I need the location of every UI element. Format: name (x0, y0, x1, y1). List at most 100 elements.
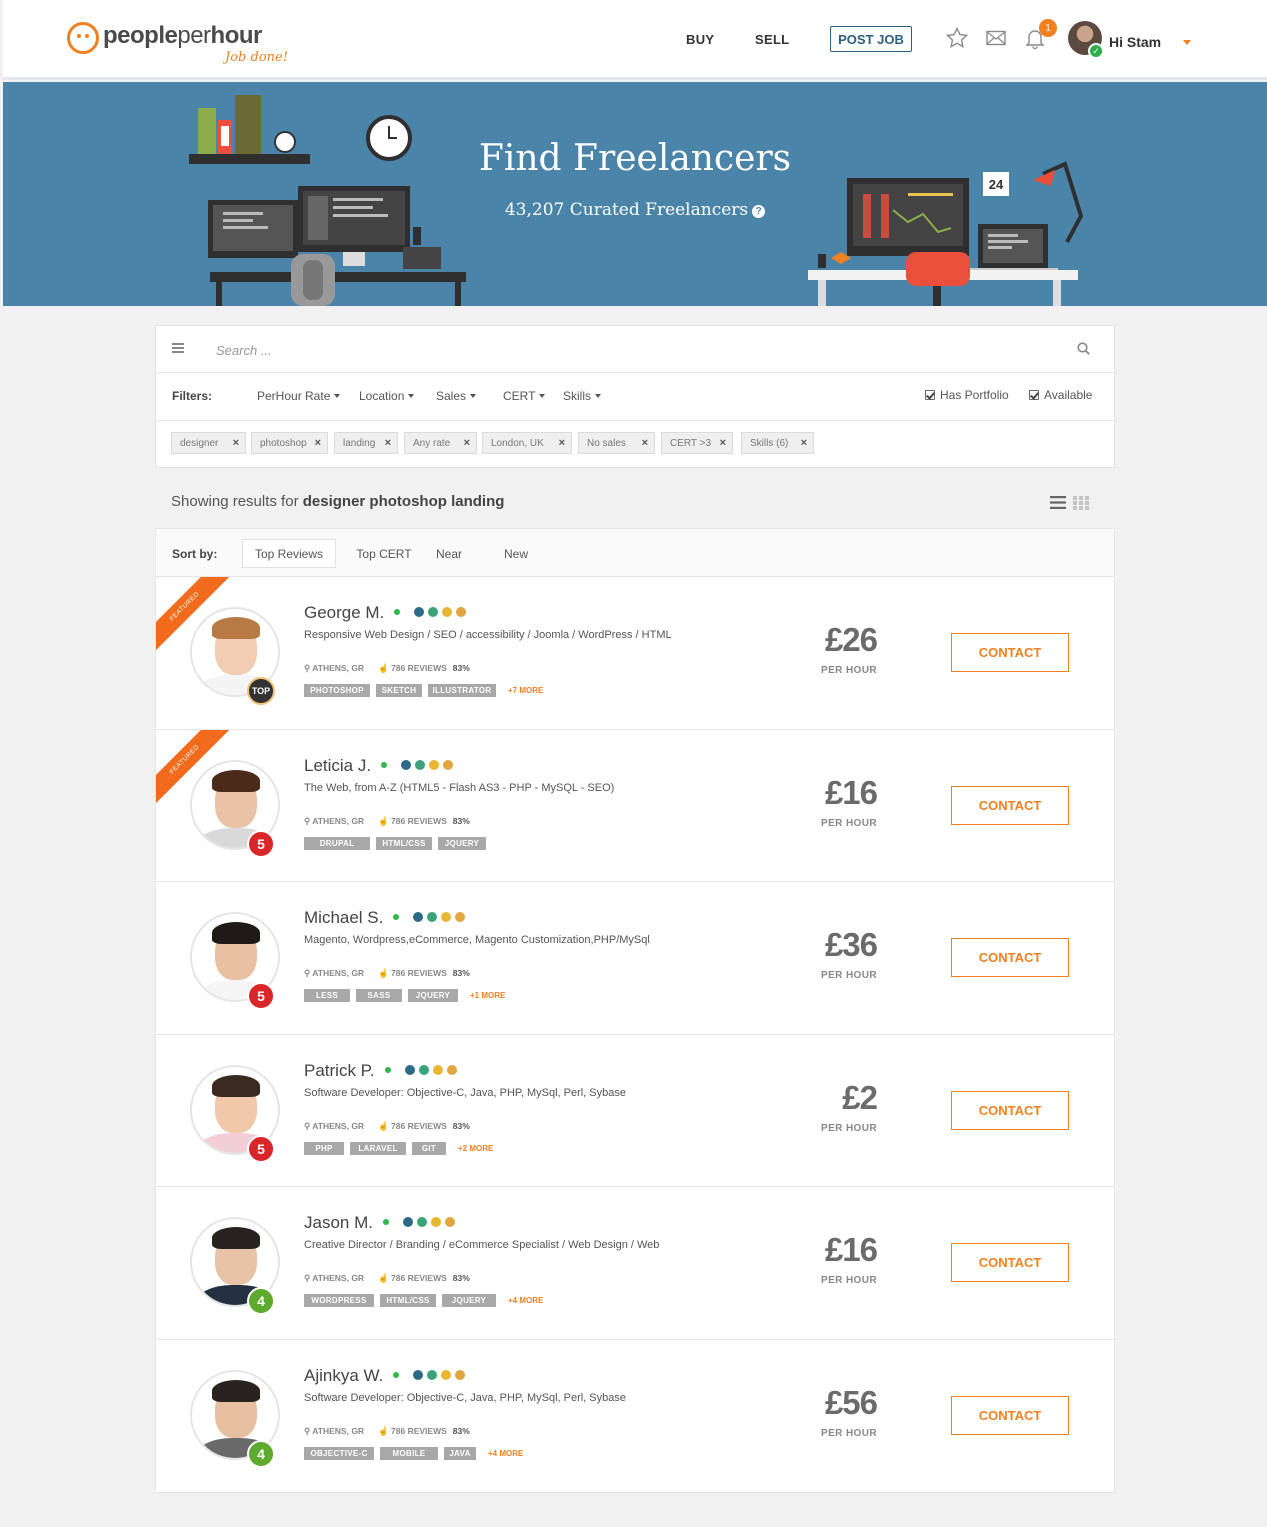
available-checkbox[interactable]: Available (1029, 388, 1092, 402)
skill-tag[interactable]: JQUERY (438, 836, 486, 850)
freelancer-card[interactable]: 4 Ajinkya W. Software Developer: Objecti… (156, 1340, 1114, 1493)
filter-chip[interactable]: CERT >3 × (661, 432, 733, 454)
contact-button[interactable]: CONTACT (951, 938, 1069, 977)
certification-icons (413, 1369, 466, 1380)
filter-sales[interactable]: Sales (436, 389, 476, 403)
filter-chip[interactable]: No sales × (578, 432, 655, 454)
nav-buy[interactable]: BUY (686, 32, 714, 47)
filters-label: Filters: (172, 389, 213, 403)
contact-button[interactable]: CONTACT (951, 1090, 1069, 1130)
skill-tag[interactable]: LARAVEL (350, 1141, 406, 1155)
freelancer-card[interactable]: FEATURED 5 Leticia J. The Web, from A-Z … (156, 729, 1114, 882)
freelancer-meta: ⚲ ATHENS, GR ☝ 786 REVIEWS 83% (304, 1120, 470, 1131)
level-badge: 5 (247, 982, 275, 1010)
more-skills-link[interactable]: +1 MORE (470, 991, 505, 1000)
skill-tag[interactable]: HTML/CSS (380, 1294, 436, 1307)
freelancer-name[interactable]: Patrick P. (304, 1061, 457, 1081)
freelancer-name[interactable]: Ajinkya W. (304, 1366, 466, 1386)
skills-list: PHOTOSHOP SKETCH ILLUSTRATOR +7 MORE (304, 684, 543, 697)
search-icon[interactable] (1076, 341, 1092, 357)
skill-tag[interactable]: MOBILE (380, 1446, 438, 1460)
cert-icon (427, 1369, 438, 1380)
help-icon[interactable]: ? (752, 205, 766, 218)
sort-tab-top-reviews[interactable]: Top Reviews (242, 539, 336, 568)
sort-tab-top-cert[interactable]: Top CERT (346, 539, 422, 568)
contact-button[interactable]: CONTACT (951, 1243, 1069, 1282)
certification-icons (413, 912, 466, 922)
sort-tab-new[interactable]: New (491, 539, 541, 568)
freelancer-name[interactable]: George M. (304, 603, 467, 623)
more-skills-link[interactable]: +4 MORE (508, 1296, 543, 1305)
user-menu-caret-icon[interactable] (1183, 40, 1191, 45)
skill-tag[interactable]: JQUERY (408, 989, 458, 1002)
contact-button[interactable]: CONTACT (951, 633, 1069, 672)
skill-tag[interactable]: SASS (356, 989, 402, 1002)
skill-tag[interactable]: DRUPAL (304, 836, 370, 850)
more-skills-link[interactable]: +4 MORE (488, 1449, 523, 1458)
grid-view-icon[interactable] (1073, 496, 1089, 510)
remove-chip-icon: × (314, 437, 321, 449)
more-skills-link[interactable]: +7 MORE (508, 686, 543, 695)
freelancer-card[interactable]: FEATURED TOP George M. Responsive Web De… (156, 577, 1114, 730)
hamburger-menu-icon[interactable] (172, 343, 184, 353)
skill-tag[interactable]: GIT (412, 1141, 446, 1155)
cert-icon (416, 1217, 427, 1227)
skill-tag[interactable]: WORDPRESS (304, 1294, 374, 1307)
filter-cert[interactable]: CERT (503, 389, 545, 403)
more-skills-link[interactable]: +2 MORE (458, 1144, 493, 1153)
filter-skills[interactable]: Skills (563, 389, 601, 403)
user-greeting[interactable]: Hi Stam (1109, 34, 1161, 50)
search-filter-panel: Filters: PerHour Rate Location Sales CER… (155, 325, 1115, 468)
skill-tag[interactable]: HTML/CSS (376, 836, 432, 850)
cert-icon (428, 607, 439, 617)
top-navbar: peopleperhour Job done! BUY SELL POST JO… (3, 0, 1267, 80)
skill-tag[interactable]: OBJECTIVE-C (304, 1446, 374, 1460)
skill-tag[interactable]: JAVA (444, 1446, 476, 1460)
hourly-rate: £36 (824, 926, 878, 963)
checkbox-checked-icon (1029, 390, 1039, 400)
level-badge: 4 (247, 1287, 275, 1315)
freelancer-card[interactable]: 5 Michael S. Magento, Wordpress,eCommerc… (156, 882, 1114, 1035)
online-status-icon (381, 761, 388, 768)
site-logo[interactable]: peopleperhour Job done! (67, 22, 288, 65)
skill-tag[interactable]: PHOTOSHOP (304, 684, 370, 697)
filter-chip[interactable]: Skills (6) × (741, 432, 814, 454)
thumbs-up-icon: ☝ (378, 663, 392, 673)
freelancer-meta: ⚲ ATHENS, GR ☝ 786 REVIEWS 83% (304, 968, 470, 978)
contact-button[interactable]: CONTACT (951, 785, 1069, 825)
results-summary: Showing results for designer photoshop l… (171, 493, 505, 510)
nav-sell[interactable]: SELL (755, 32, 789, 47)
freelancer-name[interactable]: Leticia J. (304, 756, 454, 776)
skill-tag[interactable]: LESS (304, 989, 350, 1002)
list-view-icon[interactable] (1050, 496, 1066, 509)
filter-chip[interactable]: Any rate × (404, 432, 477, 454)
filter-chip[interactable]: designer × (171, 432, 246, 454)
contact-button[interactable]: CONTACT (951, 1395, 1069, 1435)
filter-perhour-rate[interactable]: PerHour Rate (257, 389, 340, 403)
search-input[interactable] (216, 338, 1056, 362)
sort-tab-near[interactable]: Near (424, 539, 474, 568)
mail-icon[interactable] (984, 26, 1008, 50)
freelancer-card[interactable]: 4 Jason M. Creative Director / Branding … (156, 1187, 1114, 1340)
cert-icon (404, 1064, 415, 1075)
has-portfolio-checkbox[interactable]: Has Portfolio (925, 388, 1009, 402)
freelancer-card[interactable]: 5 Patrick P. Software Developer: Objecti… (156, 1035, 1114, 1187)
skill-tag[interactable]: JQUERY (442, 1294, 496, 1307)
filter-chip[interactable]: landing × (334, 432, 398, 454)
cert-icon (446, 1064, 457, 1075)
freelancer-headline: Software Developer: Objective-C, Java, P… (304, 1086, 626, 1099)
freelancer-meta: ⚲ ATHENS, GR ☝ 786 REVIEWS 83% (304, 815, 470, 826)
freelancer-name[interactable]: Jason M. (304, 1213, 455, 1233)
skill-tag[interactable]: ILLUSTRATOR (428, 684, 496, 697)
logo-tagline: Job done! (225, 50, 288, 65)
post-job-button[interactable]: POST JOB (830, 26, 912, 52)
filter-chip[interactable]: photoshop × (251, 432, 328, 454)
logo-face-icon (67, 22, 99, 54)
star-icon[interactable] (945, 26, 969, 50)
freelancer-name[interactable]: Michael S. (304, 908, 466, 928)
cert-icon (430, 1217, 441, 1227)
filter-location[interactable]: Location (359, 389, 414, 403)
filter-chip[interactable]: London, UK × (482, 432, 572, 454)
skill-tag[interactable]: SKETCH (376, 684, 422, 697)
skill-tag[interactable]: PHP (304, 1141, 344, 1155)
